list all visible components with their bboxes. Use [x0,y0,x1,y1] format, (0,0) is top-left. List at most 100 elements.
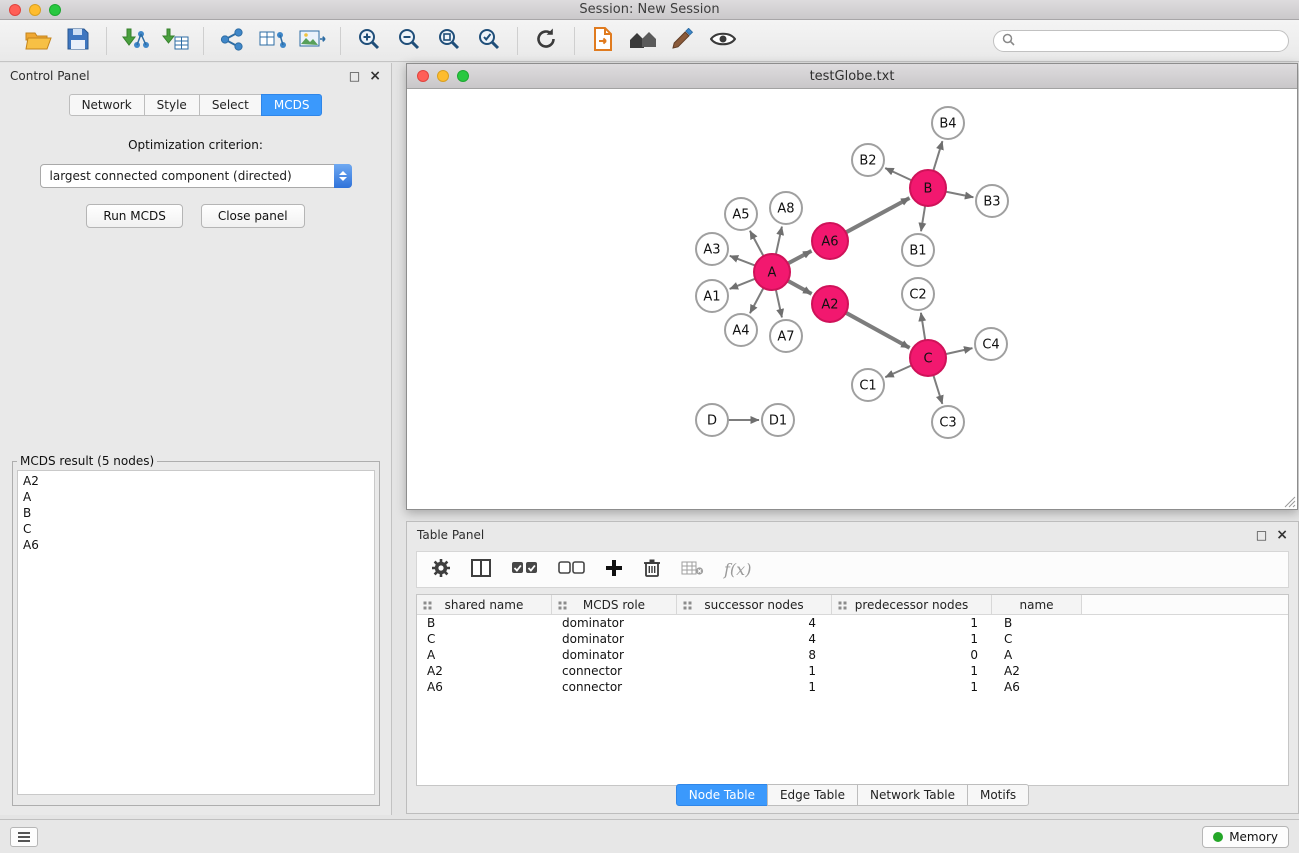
add-column-button[interactable] [605,559,623,580]
graph-edge-A-A3[interactable] [730,256,755,266]
deselect-all-button[interactable] [558,561,585,578]
zoom-out-button[interactable] [389,25,429,57]
checked-boxes-icon [511,561,538,578]
select-all-button[interactable] [511,561,538,578]
open-file-button[interactable] [583,25,623,57]
network-window-titlebar[interactable]: testGlobe.txt [407,64,1297,89]
tab-network[interactable]: Network [69,94,145,116]
import-table-file-button[interactable] [155,25,195,57]
graph-edge-B-B1[interactable] [921,206,925,231]
network-canvas[interactable]: B4B2BB3A5A8A6A3B1AC2A1A2A4A7C4CC1DD1C3 [407,89,1297,509]
show-columns-button[interactable] [471,559,491,580]
table-row[interactable]: Bdominator41B [417,615,1288,631]
run-mcds-button[interactable]: Run MCDS [86,204,182,228]
graph-edge-C-C3[interactable] [933,375,942,404]
tab-select[interactable]: Select [199,94,262,116]
zoom-selected-button[interactable] [469,25,509,57]
tab-motifs[interactable]: Motifs [967,784,1029,806]
table-row[interactable]: Adominator80A [417,647,1288,663]
tab-mcds[interactable]: MCDS [261,94,323,116]
import-network-button[interactable] [212,25,252,57]
float-table-panel-icon[interactable]: □ [1256,528,1267,542]
graph-node-label-B1: B1 [909,244,926,259]
refresh-button[interactable] [526,25,566,57]
tab-network-table[interactable]: Network Table [857,784,968,806]
graph-edge-B-B2[interactable] [885,168,911,180]
graph-edge-A-A7[interactable] [776,290,782,318]
graph-edge-B-B4[interactable] [933,141,942,171]
close-window-button[interactable] [9,4,21,16]
graph-edge-C-C4[interactable] [946,348,973,354]
table-row[interactable]: A2connector11A2 [417,663,1288,679]
show-hide-button[interactable] [703,25,743,57]
memory-button[interactable]: Memory [1202,826,1289,848]
zoom-in-button[interactable] [349,25,389,57]
graph-edge-A-A8[interactable] [776,227,782,255]
mcds-result-group: MCDS result (5 nodes) A2ABCA6 [12,454,380,806]
graph-edge-A-A2[interactable] [788,281,812,294]
zoom-fit-button[interactable] [429,25,469,57]
open-session-button[interactable] [18,25,58,57]
delete-table-icon [681,560,704,579]
graph-edge-A-A6[interactable] [788,251,812,264]
float-panel-icon[interactable]: □ [349,69,360,83]
column-header-mcds-role[interactable]: MCDS role [552,595,677,614]
resize-grip-icon[interactable] [1284,496,1296,508]
save-session-button[interactable] [58,25,98,57]
zoom-out-icon [397,27,421,54]
mcds-result-item[interactable]: A [18,489,374,505]
graph-edge-C-C2[interactable] [921,313,925,340]
graph-edge-A2-C[interactable] [846,313,910,348]
status-bar: Memory [0,819,1299,853]
close-panel-icon[interactable]: × [369,68,381,84]
delete-column-button[interactable] [643,558,661,581]
table-row[interactable]: Cdominator41C [417,631,1288,647]
close-panel-button[interactable]: Close panel [201,204,305,228]
home-button[interactable] [623,25,663,57]
mcds-result-item[interactable]: A6 [18,537,374,553]
import-network-table-button[interactable] [252,25,292,57]
control-panel-header: Control Panel □ × [0,63,391,88]
mcds-result-item[interactable]: A2 [18,473,374,489]
table-settings-button[interactable] [431,558,451,581]
graph-edge-B-B3[interactable] [946,192,974,198]
graph-node-label-A2: A2 [821,298,838,313]
import-network-file-button[interactable] [115,25,155,57]
graph-edge-A6-B[interactable] [846,198,910,232]
table-row[interactable]: A6connector11A6 [417,679,1288,695]
zoom-window-button[interactable] [49,4,61,16]
column-header-successor-nodes[interactable]: successor nodes [677,595,832,614]
optimization-criterion-select[interactable]: largest connected component (directed) [40,164,352,188]
network-minimize-button[interactable] [437,70,449,82]
search-box [993,30,1289,52]
graph-edge-A-A1[interactable] [730,279,756,289]
tab-style[interactable]: Style [144,94,200,116]
column-header-predecessor-nodes[interactable]: predecessor nodes [832,595,992,614]
mcds-result-list[interactable]: A2ABCA6 [17,470,375,795]
graph-node-label-C2: C2 [909,288,926,303]
apply-style-button[interactable] [663,25,703,57]
network-close-button[interactable] [417,70,429,82]
close-table-panel-icon[interactable]: × [1276,527,1288,543]
column-header-name[interactable]: name [992,595,1082,614]
tab-node-table[interactable]: Node Table [676,784,768,806]
search-input[interactable] [1020,34,1280,48]
graph-edge-A-A4[interactable] [750,288,764,313]
minimize-window-button[interactable] [29,4,41,16]
brush-icon [671,28,695,53]
table-tabs: Node Table Edge Table Network Table Moti… [407,784,1298,806]
mcds-result-item[interactable]: C [18,521,374,537]
tab-edge-table[interactable]: Edge Table [767,784,858,806]
mcds-result-item[interactable]: B [18,505,374,521]
titlebar: Session: New Session [0,0,1299,20]
table-panel-header: Table Panel □ × [407,522,1298,547]
network-zoom-button[interactable] [457,70,469,82]
graph-edge-C-C1[interactable] [885,365,911,377]
column-header-shared-name[interactable]: shared name [417,595,552,614]
eye-icon [710,30,736,51]
delete-table-button[interactable] [681,560,704,579]
export-image-button[interactable] [292,25,332,57]
graph-edge-A-A5[interactable] [750,231,764,256]
function-builder-button[interactable]: f(x) [724,560,751,579]
task-history-button[interactable] [10,827,38,847]
